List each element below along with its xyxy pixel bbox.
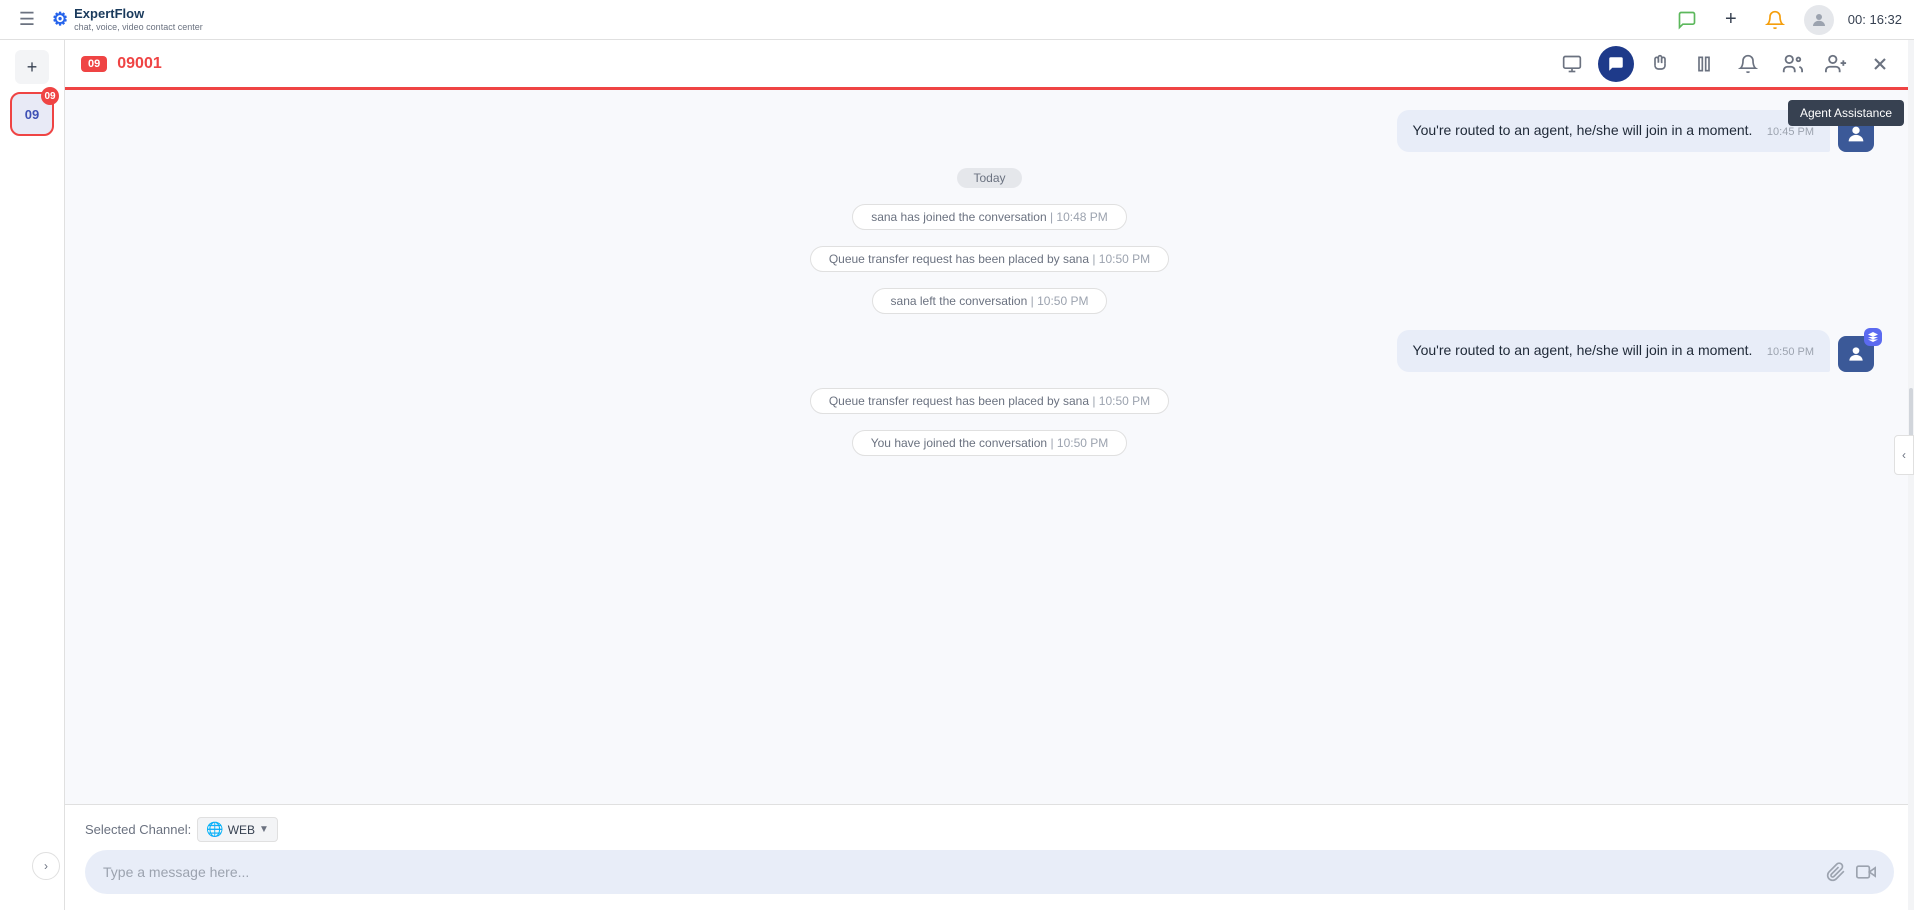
add-participant-btn[interactable] <box>1818 46 1854 82</box>
message-time: 10:45 PM <box>1767 126 1814 138</box>
system-time: | 10:50 PM <box>1092 394 1150 408</box>
system-bubble: Queue transfer request has been placed b… <box>810 246 1169 272</box>
system-time: | 10:50 PM <box>1050 436 1108 450</box>
system-time: | 10:48 PM <box>1050 210 1108 224</box>
chat-icon-btn[interactable] <box>1672 5 1702 35</box>
conversation-item[interactable]: 09 09 <box>10 92 54 136</box>
message-bubble: You're routed to an agent, he/she will j… <box>1397 330 1830 372</box>
system-text: You have joined the conversation <box>871 436 1047 450</box>
hamburger-menu[interactable]: ☰ <box>12 5 42 35</box>
logo-text-block: ExpertFlow chat, voice, video contact ce… <box>74 7 203 31</box>
app-name: ExpertFlow <box>74 7 203 21</box>
chat-id-badge: 09 <box>81 56 107 72</box>
agent-avatar-icon <box>1838 336 1874 372</box>
system-text: sana has joined the conversation <box>871 210 1046 224</box>
notify-icon-btn[interactable] <box>1730 46 1766 82</box>
chat-input-area: Selected Channel: 🌐 WEB ▼ <box>65 804 1914 910</box>
user-avatar[interactable] <box>1804 5 1834 35</box>
message-text: You're routed to an agent, he/she will j… <box>1413 342 1753 358</box>
add-btn[interactable]: + <box>1716 5 1746 35</box>
channel-dropdown[interactable]: 🌐 WEB ▼ <box>197 817 278 842</box>
pause-icon-btn[interactable] <box>1686 46 1722 82</box>
conv-avatar-label: 09 <box>25 107 39 122</box>
main-content: 09 09001 <box>65 40 1914 910</box>
message-input-container <box>85 850 1894 894</box>
nav-left: ☰ ⚙ ExpertFlow chat, voice, video contac… <box>12 5 203 35</box>
message-bubble: You're routed to an agent, he/she will j… <box>1397 110 1830 152</box>
system-bubble: You have joined the conversation | 10:50… <box>852 430 1128 456</box>
team-icon-btn[interactable] <box>1774 46 1810 82</box>
sidebar-expand-button[interactable]: › <box>32 852 60 880</box>
system-message: sana left the conversation | 10:50 PM <box>105 288 1874 314</box>
system-bubble: Queue transfer request has been placed b… <box>810 388 1169 414</box>
logo-icon: ⚙ <box>52 9 68 30</box>
app-logo: ⚙ ExpertFlow chat, voice, video contact … <box>52 7 203 31</box>
system-time: | 10:50 PM <box>1031 294 1089 308</box>
chat-id-text: 09001 <box>117 55 162 73</box>
channel-web-icon: 🌐 <box>206 821 223 838</box>
message-row: You're routed to an agent, he/she will j… <box>105 110 1874 152</box>
message-row: You're routed to an agent, he/she will j… <box>105 330 1874 372</box>
desktop-icon-btn[interactable] <box>1554 46 1590 82</box>
top-navigation: ☰ ⚙ ExpertFlow chat, voice, video contac… <box>0 0 1914 40</box>
system-message: Queue transfer request has been placed b… <box>105 388 1874 414</box>
system-bubble: sana has joined the conversation | 10:48… <box>852 204 1127 230</box>
agent-badge-icon <box>1864 328 1882 346</box>
chat-header-left: 09 09001 <box>81 55 162 73</box>
system-text: Queue transfer request has been placed b… <box>829 394 1089 408</box>
unread-badge: 09 <box>41 87 59 105</box>
app-subtitle: chat, voice, video contact center <box>74 22 203 32</box>
session-timer: 00: 16:32 <box>1848 12 1902 27</box>
system-bubble: sana left the conversation | 10:50 PM <box>872 288 1108 314</box>
date-label: Today <box>957 168 1021 188</box>
sidebar-add-button[interactable]: + <box>15 50 49 84</box>
message-time: 10:50 PM <box>1767 346 1814 358</box>
hand-icon-btn[interactable] <box>1642 46 1678 82</box>
video-btn[interactable] <box>1856 862 1876 882</box>
channel-label: Selected Channel: <box>85 822 191 837</box>
chat-mode-btn[interactable] <box>1598 46 1634 82</box>
agent-avatar-icon <box>1838 116 1874 152</box>
system-text: sana left the conversation <box>891 294 1028 308</box>
system-time: | 10:50 PM <box>1092 252 1150 266</box>
notification-bell[interactable] <box>1760 5 1790 35</box>
message-input[interactable] <box>103 864 1816 880</box>
chat-header: 09 09001 <box>65 40 1914 90</box>
close-chat-btn[interactable] <box>1862 46 1898 82</box>
message-text: You're routed to an agent, he/she will j… <box>1413 122 1753 138</box>
left-sidebar: + 09 09 <box>0 40 65 910</box>
system-message: Queue transfer request has been placed b… <box>105 246 1874 272</box>
channel-name: WEB <box>228 823 255 837</box>
date-divider: Today <box>105 168 1874 188</box>
channel-selector: Selected Channel: 🌐 WEB ▼ <box>85 817 1894 842</box>
chat-header-actions <box>1554 46 1898 82</box>
attachment-btn[interactable] <box>1826 862 1846 882</box>
system-text: Queue transfer request has been placed b… <box>829 252 1089 266</box>
chat-messages-area: You're routed to an agent, he/she will j… <box>65 90 1914 804</box>
page-scrollbar <box>1908 40 1914 910</box>
channel-arrow-icon: ▼ <box>259 824 269 835</box>
right-panel-collapse-btn[interactable]: ‹ <box>1894 435 1914 475</box>
nav-right: + 00: 16:32 <box>1672 5 1902 35</box>
system-message: sana has joined the conversation | 10:48… <box>105 204 1874 230</box>
system-message: You have joined the conversation | 10:50… <box>105 430 1874 456</box>
